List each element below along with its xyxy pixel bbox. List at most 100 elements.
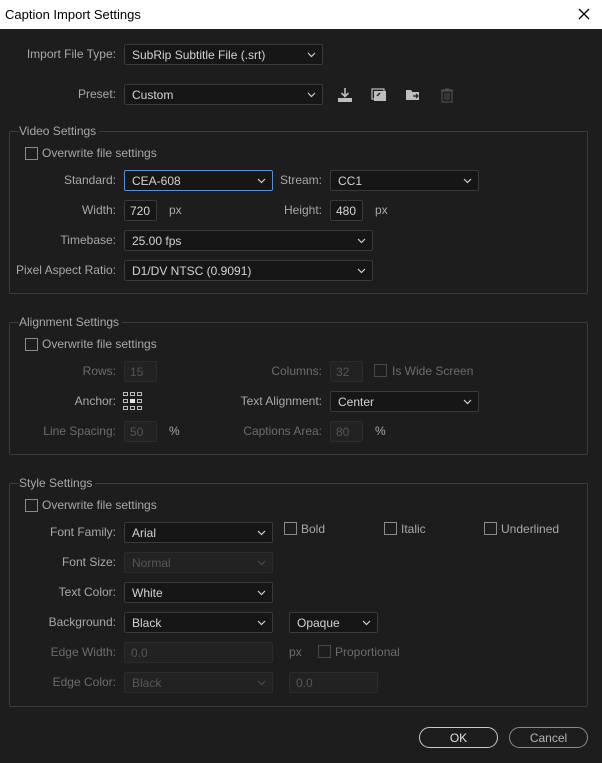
download-icon: [338, 88, 352, 102]
style-overwrite-checkbox[interactable]: [25, 499, 38, 512]
background-dropdown[interactable]: Black: [124, 612, 273, 633]
font-family-label: Font Family:: [49, 525, 116, 539]
pixel-aspect-ratio-dropdown[interactable]: D1/DV NTSC (0.9091): [124, 260, 373, 281]
preset-value: Custom: [132, 88, 174, 102]
background-value: Black: [132, 616, 162, 630]
folder-icon: [406, 90, 419, 100]
import-file-type-value: SubRip Subtitle File (.srt): [132, 48, 266, 62]
delete-preset-button[interactable]: [438, 86, 456, 104]
anchor-grid-icon: [123, 392, 142, 410]
italic-checkbox[interactable]: [384, 522, 397, 535]
bold-label: Bold: [301, 522, 326, 536]
background-opacity-value: Opaque: [297, 616, 340, 630]
timebase-dropdown[interactable]: 25.00 fps: [124, 230, 373, 251]
import-file-type-dropdown[interactable]: SubRip Subtitle File (.srt): [124, 44, 323, 65]
style-settings-legend: Style Settings: [19, 476, 96, 490]
alignment-overwrite-checkbox[interactable]: [25, 338, 38, 351]
close-button[interactable]: [574, 4, 594, 24]
text-alignment-value: Center: [338, 395, 375, 409]
captions-area-unit: %: [375, 424, 386, 438]
text-color-dropdown[interactable]: White: [124, 582, 273, 603]
proportional-checkbox[interactable]: [318, 645, 331, 658]
chevron-down-icon: [257, 178, 266, 184]
trash-icon: [441, 88, 453, 103]
chevron-down-icon: [463, 399, 472, 405]
text-color-value: White: [132, 586, 163, 600]
underlined-label: Underlined: [501, 522, 560, 536]
background-opacity-dropdown[interactable]: Opaque: [289, 612, 378, 633]
edge-color-value: Black: [132, 676, 162, 690]
chevron-down-icon: [257, 590, 266, 596]
title-bar: Caption Import Settings: [0, 0, 602, 29]
video-overwrite-label: Overwrite file settings: [42, 146, 157, 160]
line-spacing-label: Line Spacing:: [43, 424, 116, 438]
height-input[interactable]: 480: [330, 200, 363, 221]
standard-dropdown[interactable]: CEA-608: [124, 170, 273, 191]
pixel-aspect-ratio-value: D1/DV NTSC (0.9091): [132, 264, 252, 278]
stream-dropdown[interactable]: CC1: [330, 170, 479, 191]
width-label: Width:: [81, 203, 116, 217]
pixel-aspect-ratio-label: Pixel Aspect Ratio:: [15, 263, 116, 277]
columns-input[interactable]: 32: [330, 361, 363, 382]
import-preset-button[interactable]: [336, 86, 354, 104]
captions-area-input[interactable]: 80: [330, 421, 363, 442]
height-label: Height:: [283, 203, 322, 217]
anchor-grid-button[interactable]: [122, 391, 144, 411]
cancel-button[interactable]: Cancel: [509, 727, 588, 748]
chevron-down-icon: [307, 52, 316, 58]
proportional-label: Proportional: [335, 645, 400, 659]
chevron-down-icon: [362, 620, 371, 626]
bold-checkbox[interactable]: [284, 522, 297, 535]
edge-width-input[interactable]: 0.0: [124, 642, 273, 663]
style-overwrite-label: Overwrite file settings: [42, 498, 157, 512]
stream-label: Stream:: [279, 173, 322, 187]
close-icon: [578, 8, 590, 20]
width-input[interactable]: 720: [124, 200, 157, 221]
rows-input[interactable]: 15: [124, 361, 157, 382]
height-unit: px: [375, 203, 388, 217]
rows-label: Rows:: [82, 364, 116, 378]
save-preset-icon: [371, 88, 386, 101]
standard-label: Standard:: [63, 173, 116, 187]
font-size-label: Font Size:: [61, 555, 116, 569]
window-title: Caption Import Settings: [5, 7, 141, 22]
chevron-down-icon: [257, 620, 266, 626]
alignment-overwrite-label: Overwrite file settings: [42, 337, 157, 351]
wide-screen-checkbox[interactable]: [374, 364, 387, 377]
chevron-down-icon: [257, 560, 266, 566]
open-preset-folder-button[interactable]: [404, 86, 422, 104]
ok-button[interactable]: OK: [419, 727, 498, 748]
preset-dropdown[interactable]: Custom: [124, 84, 323, 105]
import-file-type-label: Import File Type:: [26, 47, 116, 61]
chevron-down-icon: [257, 680, 266, 686]
chevron-down-icon: [307, 92, 316, 98]
columns-label: Columns:: [271, 364, 322, 378]
standard-value: CEA-608: [132, 174, 181, 188]
italic-label: Italic: [401, 522, 426, 536]
chevron-down-icon: [463, 178, 472, 184]
video-settings-legend: Video Settings: [19, 124, 100, 138]
alignment-settings-legend: Alignment Settings: [19, 315, 123, 329]
line-spacing-unit: %: [169, 424, 180, 438]
font-size-dropdown[interactable]: Normal: [124, 552, 273, 573]
chevron-down-icon: [357, 238, 366, 244]
edge-width-label: Edge Width:: [50, 645, 116, 659]
edge-opacity-input[interactable]: 0.0: [289, 672, 378, 693]
background-label: Background:: [48, 615, 116, 629]
timebase-value: 25.00 fps: [132, 234, 182, 248]
video-overwrite-checkbox[interactable]: [25, 147, 38, 160]
edge-color-label: Edge Color:: [52, 675, 116, 689]
chevron-down-icon: [357, 268, 366, 274]
font-size-value: Normal: [132, 556, 171, 570]
text-color-label: Text Color:: [58, 585, 116, 599]
text-alignment-label: Text Alignment:: [240, 394, 322, 408]
edge-color-dropdown[interactable]: Black: [124, 672, 273, 693]
save-preset-button[interactable]: [370, 86, 388, 104]
underlined-checkbox[interactable]: [484, 522, 497, 535]
line-spacing-input[interactable]: 50: [124, 421, 157, 442]
anchor-label: Anchor:: [74, 394, 116, 408]
edge-width-unit: px: [289, 645, 302, 659]
preset-label: Preset:: [77, 87, 116, 101]
text-alignment-dropdown[interactable]: Center: [330, 391, 479, 412]
font-family-dropdown[interactable]: Arial: [124, 522, 273, 543]
